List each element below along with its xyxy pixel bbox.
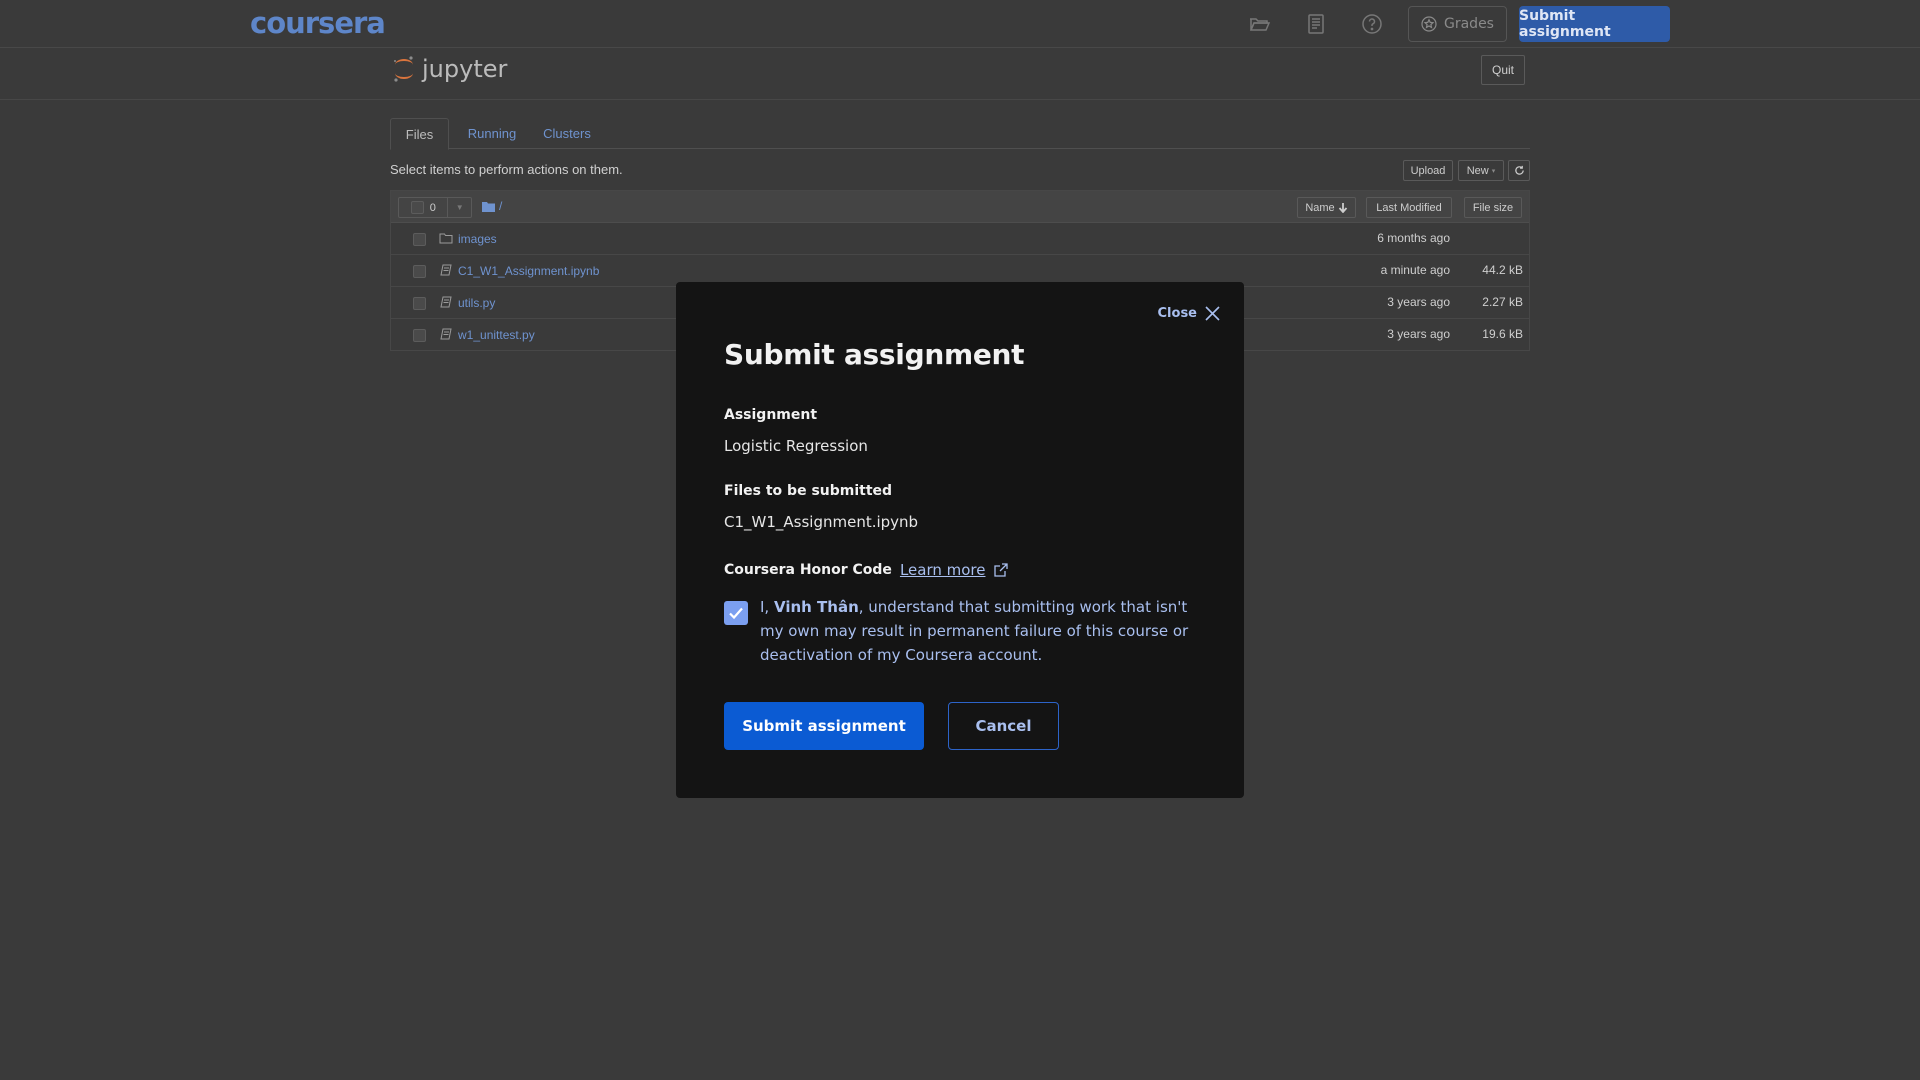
breadcrumb[interactable]: / [482, 199, 502, 213]
cancel-button[interactable]: Cancel [948, 702, 1059, 750]
quit-button[interactable]: Quit [1481, 55, 1525, 85]
honor-code-statement[interactable]: I, Vinh Thân, understand that submitting… [760, 595, 1200, 667]
new-button[interactable]: New ▾ [1458, 160, 1504, 181]
file-size: 19.6 kB [1482, 327, 1523, 341]
select-all-checkbox[interactable] [411, 201, 424, 214]
jupyter-logo-text: jupyter [422, 55, 508, 83]
file-icon [439, 296, 453, 308]
file-icon [439, 328, 453, 340]
file-modified: a minute ago [1380, 263, 1450, 277]
checkmark-icon [729, 607, 743, 620]
folder-icon [482, 201, 495, 212]
coursera-logo[interactable]: coursera [250, 6, 386, 40]
file-modified: 6 months ago [1377, 231, 1450, 245]
file-row[interactable]: images 6 months ago [391, 223, 1529, 255]
close-label: Close [1157, 306, 1197, 321]
star-icon [1421, 16, 1437, 32]
grades-label: Grades [1444, 16, 1494, 32]
jupyter-header: jupyter Quit [0, 49, 1920, 100]
selected-count: 0 [429, 201, 436, 214]
file-size: 2.27 kB [1482, 295, 1523, 309]
submit-assignment-button[interactable]: Submit assignment [724, 702, 924, 750]
refresh-button[interactable] [1508, 160, 1530, 181]
row-checkbox[interactable] [413, 329, 426, 342]
notebook-file-icon [439, 264, 453, 276]
jupyter-logo[interactable]: jupyter [392, 54, 507, 84]
learn-more-link[interactable]: Learn more [900, 561, 986, 579]
instructions-text: Select items to perform actions on them. [390, 162, 623, 177]
folder-icon [439, 232, 453, 244]
close-icon [1205, 306, 1220, 321]
chevron-down-icon[interactable]: ▼ [447, 198, 471, 217]
sort-file-size-button[interactable]: File size [1464, 197, 1522, 218]
row-checkbox[interactable] [413, 265, 426, 278]
file-modified: 3 years ago [1387, 327, 1450, 341]
file-size: 44.2 kB [1482, 263, 1523, 277]
submit-assignment-dialog: Close Submit assignment Assignment Logis… [676, 282, 1244, 798]
file-name[interactable]: w1_unittest.py [458, 328, 535, 342]
breadcrumb-root: / [499, 199, 503, 213]
jupyter-logo-icon [394, 56, 413, 82]
submit-assignment-top-button[interactable]: Submit assignment [1519, 6, 1670, 42]
grades-button[interactable]: Grades [1408, 6, 1507, 42]
file-modified: 3 years ago [1387, 295, 1450, 309]
help-icon[interactable] [1360, 12, 1384, 36]
files-label: Files to be submitted [724, 483, 893, 499]
new-label: New [1466, 164, 1489, 177]
arrow-down-icon [1338, 202, 1347, 213]
tab-running[interactable]: Running [457, 118, 527, 149]
file-name[interactable]: utils.py [458, 296, 495, 310]
tab-clusters[interactable]: Clusters [536, 118, 598, 149]
file-list-header: 0 ▼ / Name Last Modified File size [391, 191, 1529, 223]
sort-name-button[interactable]: Name [1297, 197, 1356, 218]
honor-prefix: I, [760, 598, 774, 616]
upload-button[interactable]: Upload [1403, 160, 1453, 181]
refresh-icon [1514, 165, 1524, 175]
files-value: C1_W1_Assignment.ipynb [724, 513, 919, 531]
honor-code-row: Coursera Honor Code Learn more [724, 561, 1009, 579]
row-checkbox[interactable] [413, 297, 426, 310]
file-name[interactable]: C1_W1_Assignment.ipynb [458, 264, 599, 278]
folder-open-icon[interactable] [1247, 12, 1271, 36]
learner-name: Vinh Thân [773, 598, 859, 616]
coursera-topbar: coursera Grades Submit assignment [0, 0, 1920, 48]
file-name[interactable]: images [458, 232, 497, 246]
honor-code-label: Coursera Honor Code [724, 562, 892, 578]
external-link-icon[interactable] [993, 562, 1009, 578]
notebook-icon[interactable] [1304, 12, 1328, 36]
assignment-value: Logistic Regression [724, 437, 868, 455]
chevron-down-icon: ▾ [1491, 167, 1496, 175]
sort-last-modified-button[interactable]: Last Modified [1366, 197, 1452, 218]
dialog-title: Submit assignment [724, 338, 1025, 371]
sort-name-label: Name [1305, 201, 1335, 214]
tab-files[interactable]: Files [390, 118, 449, 150]
jupyter-tabs: Files Running Clusters [390, 118, 1530, 150]
close-button[interactable]: Close [1158, 306, 1220, 321]
assignment-label: Assignment [724, 407, 818, 423]
row-checkbox[interactable] [413, 233, 426, 246]
select-all-control[interactable]: 0 ▼ [398, 197, 472, 218]
honor-code-checkbox[interactable] [724, 601, 748, 625]
